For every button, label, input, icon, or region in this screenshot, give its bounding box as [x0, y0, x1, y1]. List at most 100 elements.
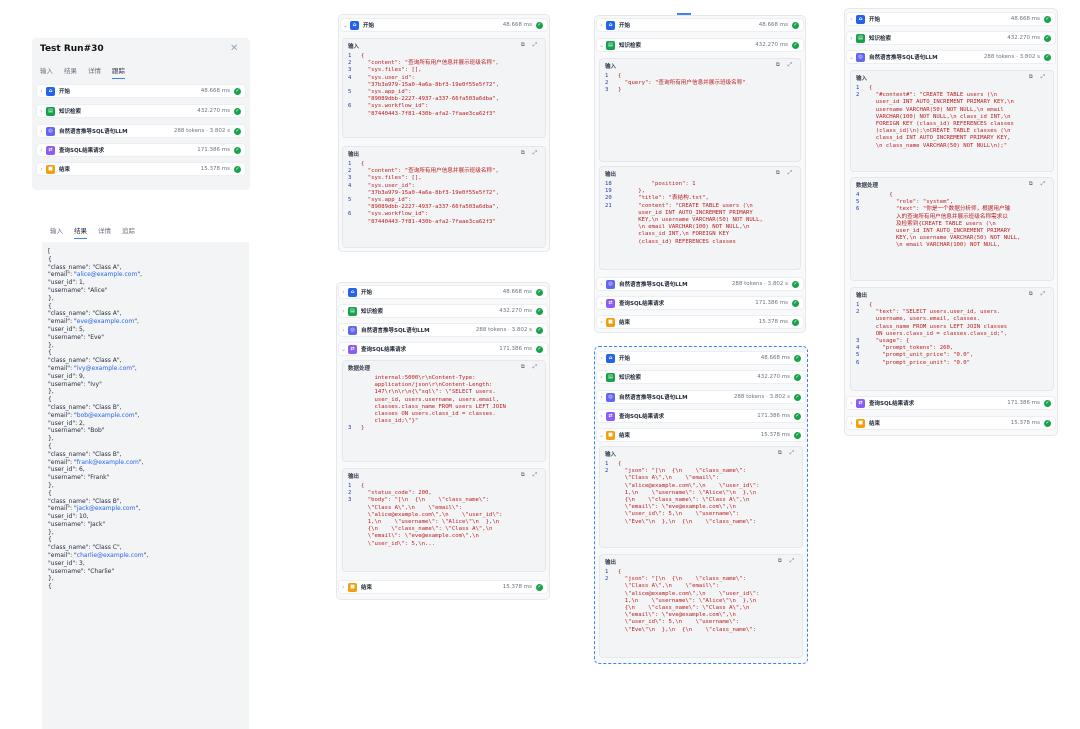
node-row[interactable]: › ▤ 知识检索 432.270 ms ✓	[338, 304, 548, 318]
chevron-right-icon[interactable]: ›	[847, 400, 856, 407]
chevron-right-icon[interactable]: ›	[37, 128, 46, 135]
tab-input[interactable]: 输入	[50, 225, 63, 239]
json-brace: },	[48, 294, 54, 302]
chevron-right-icon[interactable]: ›	[847, 16, 856, 23]
chevron-right-icon[interactable]: ›	[37, 108, 46, 115]
tab-trace[interactable]: 追踪	[122, 225, 135, 239]
copy-expand-icon[interactable]: ⧉ ⤢	[1029, 291, 1048, 299]
tab-detail[interactable]: 详情	[98, 225, 111, 239]
chevron-down-icon[interactable]: ⌄	[339, 346, 348, 353]
chevron-right-icon[interactable]: ›	[339, 308, 348, 315]
chevron-down-icon[interactable]: ⌄	[847, 54, 856, 61]
code-panel: 输入 ⧉ ⤢ 1 { 2 "query": "查询所有用户信息并展示班级名称" 3}	[599, 58, 801, 162]
node-row[interactable]: ⌄ ■ 结束 15.378 ms ✓	[596, 428, 806, 442]
node-row[interactable]: › ■ 结束 15.378 ms ✓	[36, 162, 246, 176]
node-row[interactable]: ⌄ ▤ 知识检索 432.270 ms ✓	[596, 38, 804, 52]
chevron-right-icon[interactable]: ›	[597, 300, 606, 307]
tab-input[interactable]: 输入	[40, 65, 53, 79]
tab-result[interactable]: 结果	[74, 225, 87, 239]
code-panel: 输出 ⧉ ⤢ 1 { 2 "text": "SELECT users.user_id,…	[850, 287, 1054, 391]
node-row[interactable]: › ⇄ 查询SQL结果请求 171.386 ms ✓	[596, 296, 804, 310]
line-number: 2	[605, 468, 609, 475]
chevron-right-icon[interactable]: ›	[339, 289, 348, 296]
node-row[interactable]: › ◎ 自然语言推导SQL语句LLM 288 tokens · 3.802 s ✓	[36, 124, 246, 138]
copy-expand-icon[interactable]: ⧉ ⤢	[521, 472, 540, 480]
code-line: "prompt_tokens": 260,	[869, 345, 954, 352]
copy-expand-icon[interactable]: ⧉ ⤢	[1029, 74, 1048, 82]
copy-expand-icon[interactable]: ⧉ ⤢	[776, 62, 795, 70]
tab-result[interactable]: 结果	[64, 65, 77, 79]
chevron-right-icon[interactable]: ›	[597, 355, 606, 362]
chevron-down-icon[interactable]: ⌄	[341, 22, 350, 29]
node-row[interactable]: › ■ 结束 15.378 ms ✓	[338, 580, 548, 594]
node-metric: 48.668 ms	[502, 289, 532, 295]
tab-trace[interactable]: 跟踪	[112, 65, 125, 79]
chevron-right-icon[interactable]: ›	[339, 584, 348, 591]
json-field: "email": "eve@example.com",	[48, 318, 139, 326]
chevron-right-icon[interactable]: ›	[597, 413, 606, 420]
http-icon: ⇄	[348, 344, 357, 354]
copy-expand-icon[interactable]: ⧉ ⤢	[776, 170, 795, 178]
chevron-right-icon[interactable]: ›	[37, 166, 46, 173]
node-row[interactable]: › ▤ 知识检索 432.270 ms ✓	[846, 31, 1056, 45]
node-row[interactable]: › ■ 结束 15.378 ms ✓	[596, 315, 804, 329]
chevron-right-icon[interactable]: ›	[847, 35, 856, 42]
node-row[interactable]: › ⇄ 查询SQL结果请求 171.386 ms ✓	[846, 396, 1056, 410]
node-row[interactable]: › ⌂ 开始 48.668 ms ✓	[596, 351, 806, 365]
copy-expand-icon[interactable]: ⧉ ⤢	[521, 42, 540, 50]
node-row[interactable]: ⌄ ◎ 自然语言推导SQL语句LLM 288 tokens · 3.802 s ✓	[846, 50, 1056, 64]
node-row[interactable]: ⌄ ⇄ 查询SQL结果请求 171.386 ms ✓	[338, 342, 548, 356]
json-field: "class_name": "Class C",	[48, 544, 122, 552]
code-line: "title": "表结构.txt",	[618, 195, 709, 202]
json-brace: {	[48, 255, 52, 263]
json-brace: {	[48, 536, 52, 544]
tab-detail[interactable]: 详情	[88, 65, 101, 79]
node-row[interactable]: ⌄ ⌂ 开始 48.668 ms ✓	[340, 18, 548, 32]
node-row[interactable]: › ▤ 知识检索 432.270 ms ✓	[36, 104, 246, 118]
chevron-right-icon[interactable]: ›	[597, 281, 606, 288]
node-row[interactable]: › ⌂ 开始 48.668 ms ✓	[846, 12, 1056, 26]
node-row[interactable]: › ▤ 知识检索 432.270 ms ✓	[596, 370, 806, 384]
json-field: "email": "bob@example.com",	[48, 411, 140, 419]
node-row[interactable]: › ⇄ 查询SQL结果请求 171.386 ms ✓	[36, 143, 246, 157]
copy-expand-icon[interactable]: ⧉ ⤢	[778, 558, 797, 566]
node-name: 自然语言推导SQL语句LLM	[59, 129, 128, 135]
node-row[interactable]: › ⌂ 开始 48.668 ms ✓	[338, 285, 548, 299]
code-panel: 输出 ⧉ ⤢ 1 { 2 "content": "查询所有用户信息并展示班级名称", …	[342, 146, 546, 248]
copy-expand-icon[interactable]: ⧉ ⤢	[1029, 181, 1048, 189]
code-line: "sys.workflow_id":	[361, 211, 429, 218]
node-row[interactable]: › ⇄ 查询SQL结果请求 171.386 ms ✓	[596, 409, 806, 423]
code-panel-title: 输出	[348, 152, 360, 158]
code-line: class_id;\"}"	[361, 418, 419, 425]
close-icon[interactable]: ✕	[230, 43, 238, 54]
line-number: 1	[348, 161, 352, 167]
copy-expand-icon[interactable]: ⧉ ⤢	[521, 364, 540, 372]
success-icon: ✓	[794, 412, 801, 420]
chevron-right-icon[interactable]: ›	[37, 88, 46, 95]
drag-handle[interactable]	[677, 13, 691, 15]
chevron-right-icon[interactable]: ›	[597, 374, 606, 381]
node-name: 自然语言推导SQL语句LLM	[619, 395, 688, 401]
node-row[interactable]: › ⌂ 开始 48.668 ms ✓	[36, 84, 246, 98]
node-row[interactable]: › ◎ 自然语言推导SQL语句LLM 288 tokens · 3.802 s ✓	[338, 323, 548, 337]
success-icon: ✓	[536, 345, 543, 353]
node-row[interactable]: › ◎ 自然语言推导SQL语句LLM 288 tokens · 3.802 s ✓	[596, 277, 804, 291]
copy-expand-icon[interactable]: ⧉ ⤢	[778, 450, 797, 458]
chevron-down-icon[interactable]: ⌄	[597, 42, 606, 49]
chevron-down-icon[interactable]: ⌄	[597, 432, 606, 439]
node-row[interactable]: › ■ 结束 15.378 ms ✓	[846, 416, 1056, 430]
node-row[interactable]: › ⌂ 开始 48.668 ms ✓	[596, 18, 804, 32]
chevron-right-icon[interactable]: ›	[37, 147, 46, 154]
run-title: Test Run#30	[40, 44, 104, 54]
chevron-right-icon[interactable]: ›	[597, 22, 606, 29]
chevron-right-icon[interactable]: ›	[597, 319, 606, 326]
line-number: 5	[348, 89, 352, 96]
copy-expand-icon[interactable]: ⧉ ⤢	[521, 150, 540, 158]
node-row[interactable]: › ◎ 自然语言推导SQL语句LLM 288 tokens · 3.802 s ✓	[596, 390, 806, 404]
chevron-right-icon[interactable]: ›	[339, 327, 348, 334]
json-field: "user_id": 6,	[48, 466, 85, 474]
end-icon: ■	[46, 164, 55, 174]
chevron-right-icon[interactable]: ›	[847, 420, 856, 427]
chevron-right-icon[interactable]: ›	[597, 394, 606, 401]
json-brace: },	[48, 341, 54, 349]
